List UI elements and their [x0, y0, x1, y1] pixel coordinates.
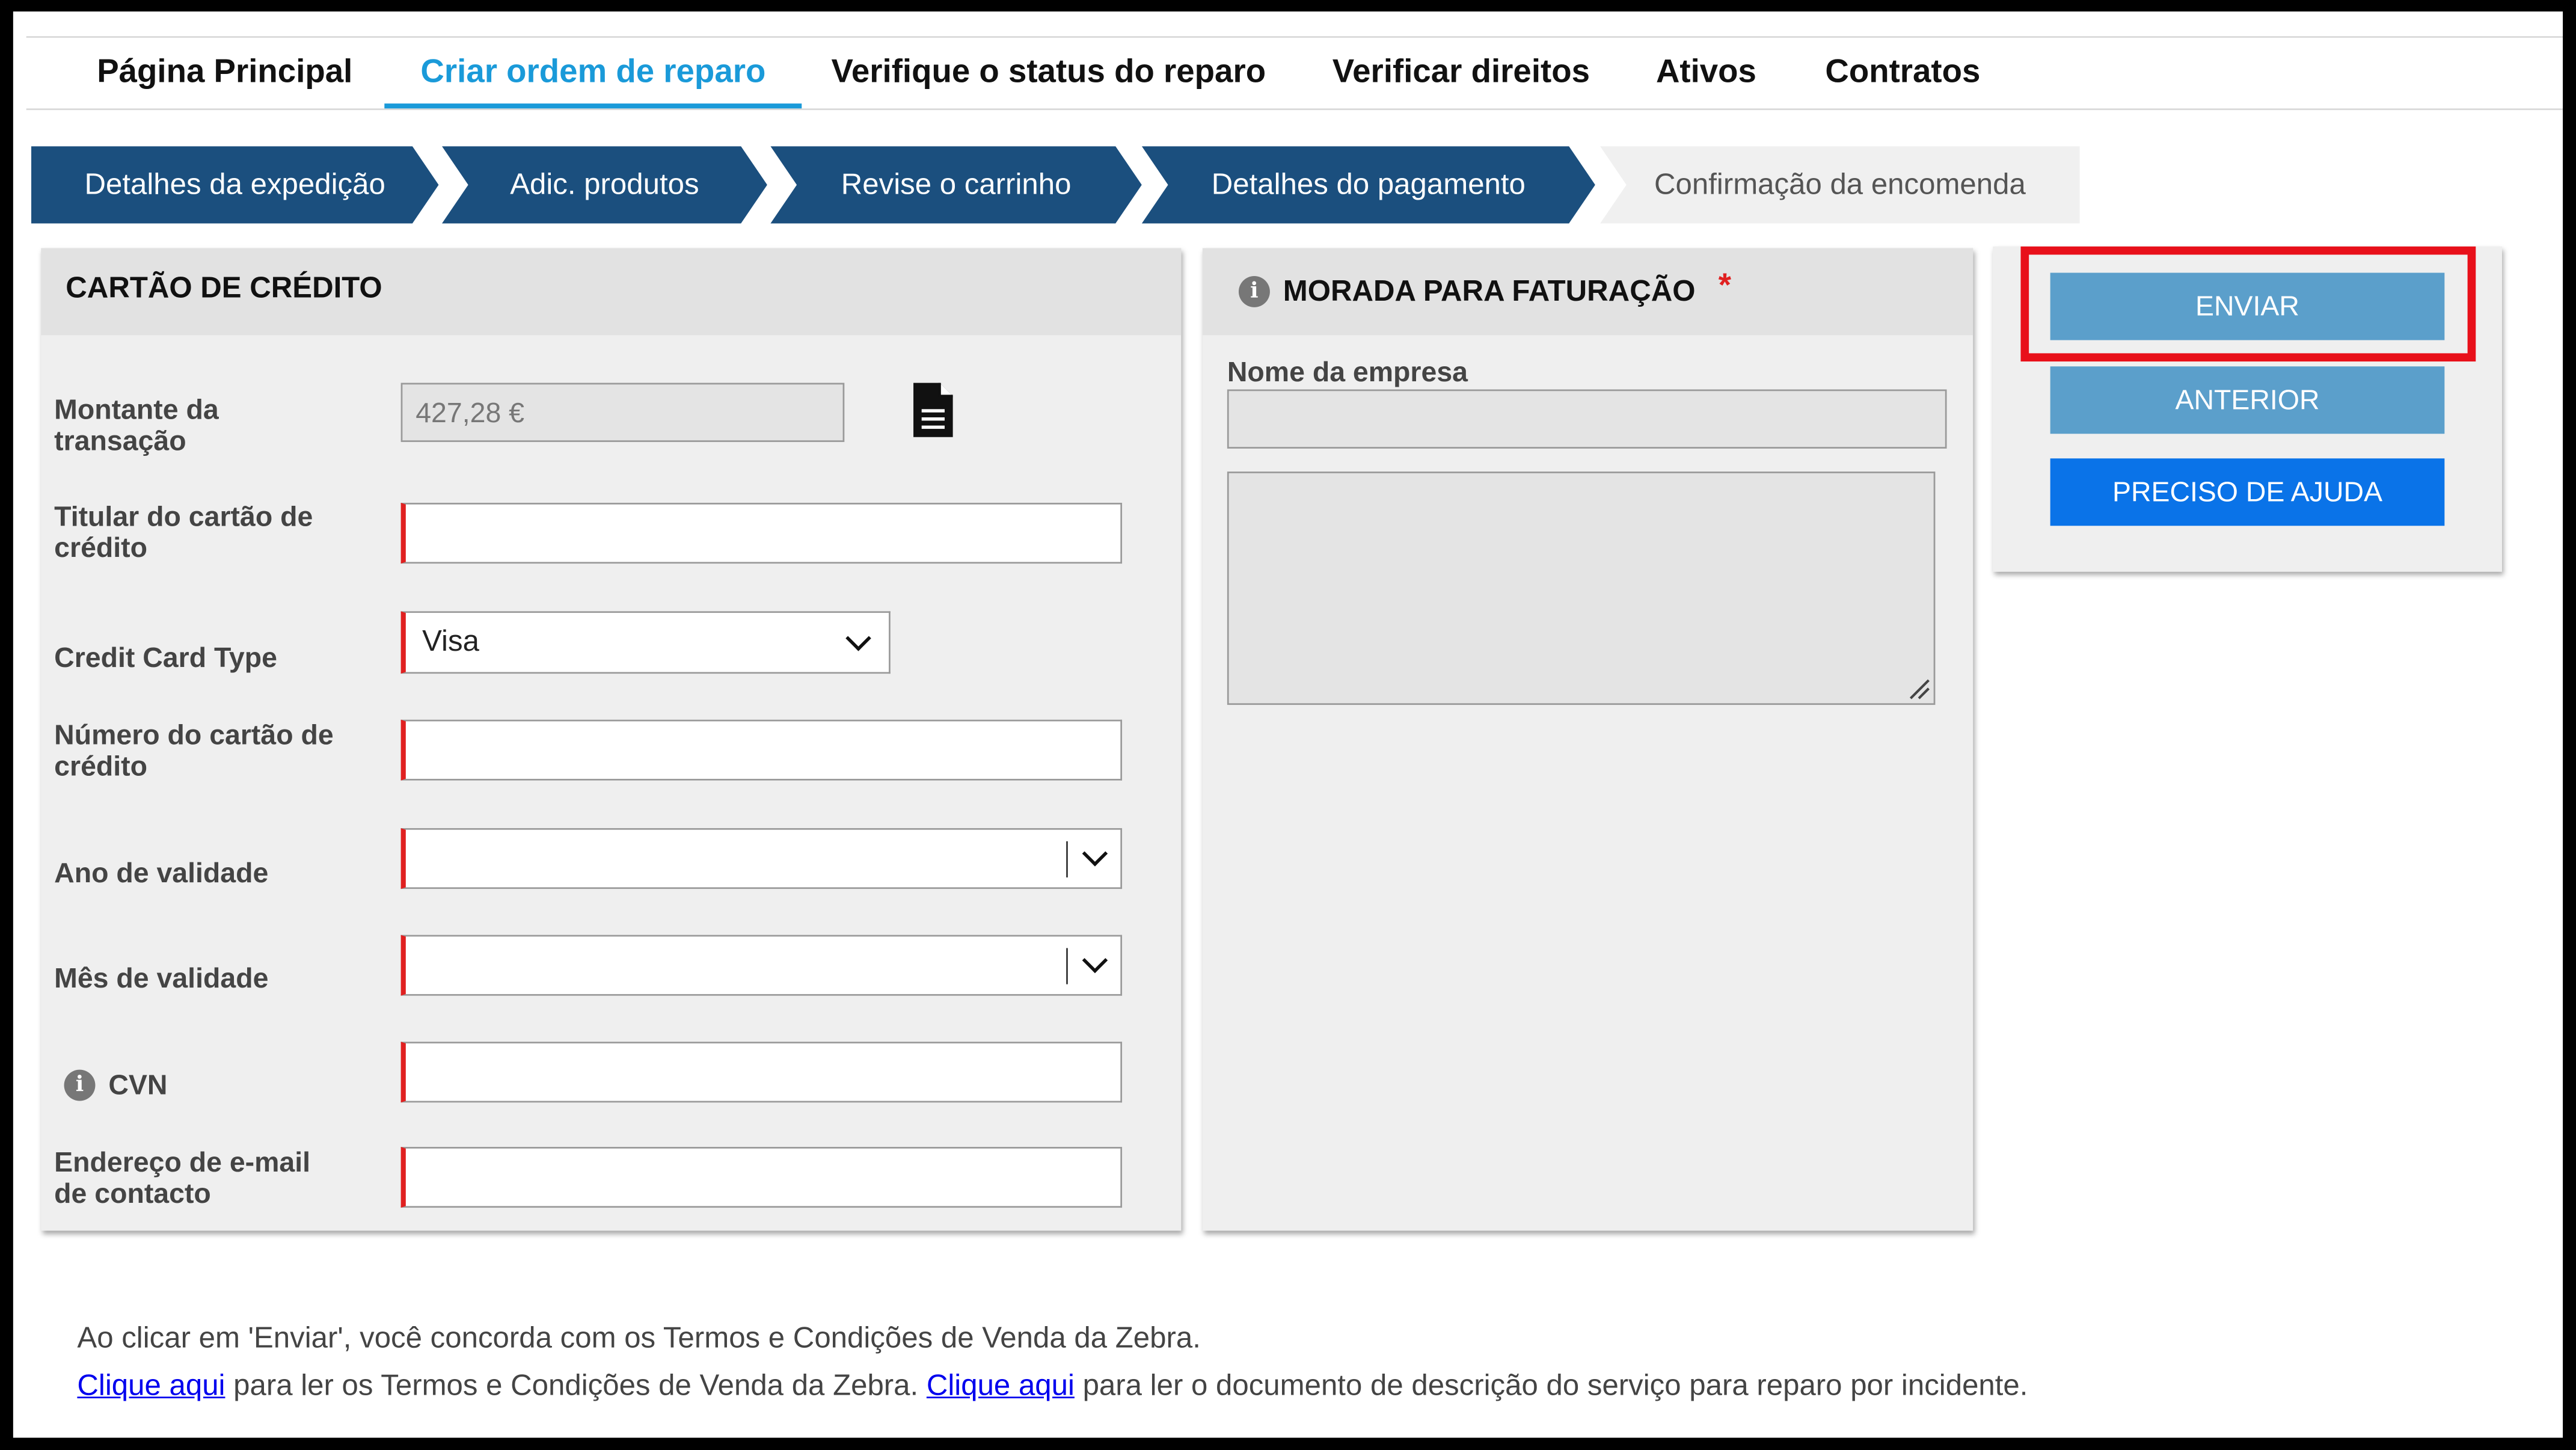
submit-button[interactable]: ENVIAR — [2050, 272, 2445, 340]
document-icon[interactable] — [912, 381, 954, 439]
expiry-month-select[interactable] — [400, 935, 1123, 996]
expiry-year-label: Ano de validade — [54, 858, 269, 889]
previous-button[interactable]: ANTERIOR — [2050, 366, 2445, 434]
chevron-down-icon — [1082, 841, 1108, 867]
contact-email-input[interactable] — [400, 1147, 1123, 1208]
chevron-down-icon — [845, 625, 871, 651]
amount-label: Montante da transação — [54, 394, 219, 457]
step-order-confirmation: Confirmação da encomenda — [1600, 146, 2080, 224]
terms-link[interactable]: Clique aqui — [77, 1369, 225, 1402]
cvn-label: CVN — [108, 1069, 168, 1101]
credit-card-panel: CARTÃO DE CRÉDITO Montante da transação 4… — [41, 248, 1182, 1231]
service-description-link[interactable]: Clique aqui — [927, 1369, 1075, 1402]
terms-links: Clique aqui para ler os Termos e Condiçõ… — [77, 1368, 2028, 1402]
cvn-input[interactable] — [400, 1042, 1123, 1103]
nav-assets[interactable]: Ativos — [1620, 38, 1792, 108]
card-type-select[interactable]: Visa — [400, 611, 891, 674]
expiry-year-select[interactable] — [400, 828, 1123, 889]
card-type-value: Visa — [422, 624, 479, 657]
billing-address-panel: i MORADA PARA FATURAÇÃO * Nome da empres… — [1202, 248, 1973, 1231]
card-type-label: Credit Card Type — [54, 642, 277, 674]
company-name-label: Nome da empresa — [1227, 356, 1468, 388]
billing-address-title: MORADA PARA FATURAÇÃO — [1283, 274, 1696, 307]
amount-field: 427,28 € — [400, 382, 845, 442]
card-number-label: Número do cartão de crédito — [54, 719, 334, 782]
nav-check-entitlements[interactable]: Verificar direitos — [1296, 38, 1626, 108]
nav-contracts[interactable]: Contratos — [1789, 38, 2016, 108]
nav-repair-status[interactable]: Verifique o status do reparo — [795, 38, 1302, 108]
step-add-products: Adic. produtos — [442, 146, 767, 223]
page: Página Principal Criar ordem de reparo V… — [13, 11, 2563, 1438]
billing-address-textarea[interactable] — [1227, 472, 1936, 705]
card-holder-label: Titular do cartão de crédito — [54, 501, 313, 564]
company-name-input[interactable] — [1227, 389, 1947, 449]
terms-notice: Ao clicar em 'Enviar', você concorda com… — [77, 1321, 1201, 1354]
expiry-month-label: Mês de validade — [54, 963, 269, 994]
main-nav: Página Principal Criar ordem de reparo V… — [26, 38, 2563, 111]
nav-create-repair-order[interactable]: Criar ordem de reparo — [384, 38, 802, 109]
step-review-cart: Revise o carrinho — [770, 146, 1141, 223]
card-holder-input[interactable] — [400, 503, 1123, 564]
resize-handle-icon[interactable] — [1907, 677, 1930, 700]
step-shipping-details: Detalhes da expedição — [31, 146, 439, 223]
nav-home[interactable]: Página Principal — [61, 38, 388, 108]
billing-address-header: i MORADA PARA FATURAÇÃO * — [1202, 248, 1973, 336]
help-button[interactable]: PRECISO DE AJUDA — [2050, 458, 2445, 526]
card-number-input[interactable] — [400, 719, 1123, 781]
required-marker: * — [1718, 268, 1732, 304]
credit-card-header: CARTÃO DE CRÉDITO — [41, 248, 1182, 336]
credit-card-title: CARTÃO DE CRÉDITO — [66, 271, 382, 304]
chevron-down-icon — [1082, 947, 1108, 974]
info-icon[interactable]: i — [1239, 275, 1270, 307]
step-payment-details: Detalhes do pagamento — [1142, 146, 1595, 223]
info-icon[interactable]: i — [64, 1069, 96, 1101]
actions-panel: ENVIAR ANTERIOR PRECISO DE AJUDA — [1993, 246, 2502, 572]
contact-email-label: Endereço de e-mail de contacto — [54, 1147, 311, 1209]
